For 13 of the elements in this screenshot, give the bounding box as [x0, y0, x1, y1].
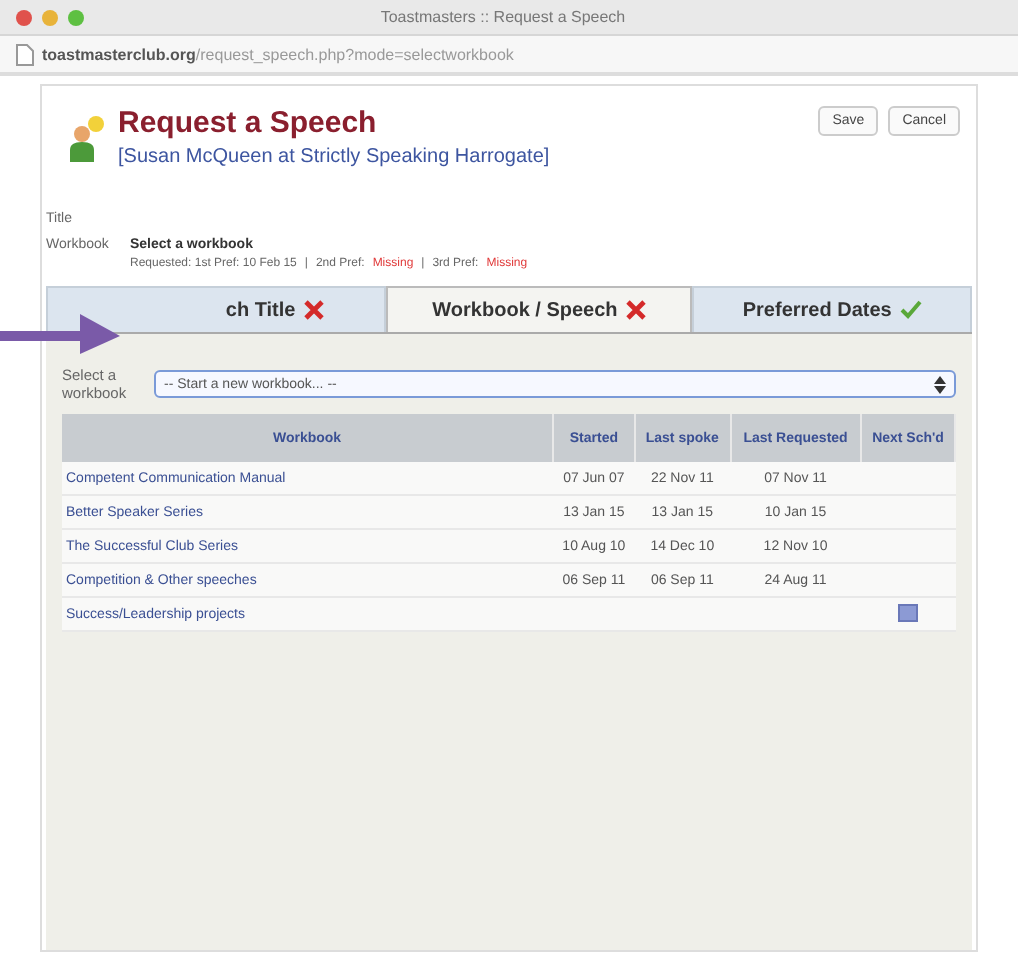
- close-button[interactable]: [16, 9, 32, 25]
- tab[interactable]: Workbook / Speech: [385, 286, 693, 332]
- page-icon: [16, 43, 34, 65]
- window-title: Toastmasters :: Request a Speech: [378, 8, 628, 26]
- person-lightbulb-icon: [66, 114, 106, 166]
- stepper-arrows-icon: [934, 375, 946, 393]
- address-bar[interactable]: toastmasterclub.org/request_speech.php?mode=selectworkbook: [0, 36, 1018, 76]
- tab[interactable]: ch Title: [46, 286, 386, 332]
- url-text: toastmasterclub.org/request_speech.php?mode=selectworkbook: [42, 45, 514, 63]
- page-subtitle: [Susan McQueen at Strictly Speaking Harrogate]: [118, 146, 552, 168]
- tab[interactable]: Preferred Dates: [692, 286, 972, 332]
- page-title: Request a Speech: [118, 106, 379, 140]
- zoom-button[interactable]: [68, 9, 84, 25]
